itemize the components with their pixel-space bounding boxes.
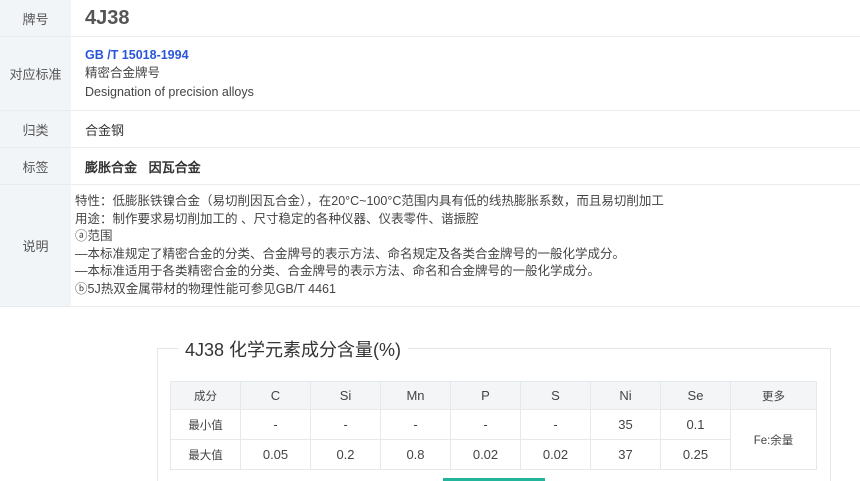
header-element: C	[240, 381, 311, 410]
description-line: 用途：制作要求易切削加工的 、尺寸稳定的各种仪器、仪表零件、谐振腔	[75, 211, 479, 226]
header-element: Ni	[590, 381, 661, 410]
header-more: 更多	[730, 381, 817, 410]
table-row: 最大值 0.05 0.2 0.8 0.02 0.02 37 0.25	[170, 439, 817, 470]
tags-row: 标签 膨胀合金 因瓦合金	[0, 148, 860, 185]
tag-item[interactable]: 膨胀合金	[85, 160, 137, 175]
grade-value: 4J38	[85, 6, 130, 29]
cell-value: 0.2	[310, 439, 381, 470]
composition-title: 4J38 化学元素成分含量(%)	[178, 336, 409, 362]
cell-value: 0.02	[520, 439, 591, 470]
tag-item[interactable]: 因瓦合金	[149, 160, 201, 175]
grade-label: 牌号	[0, 0, 71, 36]
composition-table: 成分 C Si Mn P S Ni Se 更多 最小值 - - - - - 35…	[170, 381, 817, 470]
standard-title-en: Designation of precision alloys	[85, 84, 254, 99]
description-label: 说明	[0, 185, 71, 306]
grade-row: 牌号 4J38	[0, 0, 860, 37]
description-line: ⓐ范围	[75, 229, 113, 243]
description-line: ⓑ5J热双金属带材的物理性能可参见GB/T 4461	[75, 281, 336, 296]
header-element: Mn	[380, 381, 451, 410]
standard-row: 对应标准 GB /T 15018-1994 精密合金牌号 Designation…	[0, 37, 860, 111]
standard-link[interactable]: GB /T 15018-1994	[85, 46, 860, 64]
cell-value: 0.25	[660, 439, 731, 470]
description-line: —本标准规定了精密合金的分类、合金牌号的表示方法、命名规定及各类合金牌号的一般化…	[75, 246, 626, 261]
cell-value: 0.8	[380, 439, 451, 470]
description-text: 特性：低膨胀铁镍合金（易切削因瓦合金），在20°C~100°C范围内具有低的线热…	[71, 185, 860, 306]
row-label-min: 最小值	[170, 409, 241, 440]
cell-value: -	[520, 409, 591, 440]
cell-value: 35	[590, 409, 661, 440]
category-value: 合金钢	[85, 122, 125, 138]
row-label-max: 最大值	[170, 439, 241, 470]
description-line: —本标准适用于各类精密合金的分类、合金牌号的表示方法、命名和合金牌号的一般化学成…	[75, 264, 601, 278]
header-element: Se	[660, 381, 731, 410]
more-value: Fe:余量	[730, 409, 817, 470]
header-element: Si	[310, 381, 381, 410]
standard-title-cn: 精密合金牌号	[85, 65, 161, 80]
description-line: 特性：低膨胀铁镍合金（易切削因瓦合金），在20°C~100°C范围内具有低的线热…	[75, 194, 664, 208]
table-row: 最小值 - - - - - 35 0.1 Fe:余量	[170, 409, 817, 470]
category-label: 归类	[0, 111, 71, 147]
tag-list: 膨胀合金 因瓦合金	[85, 157, 860, 176]
cell-value: 0.05	[240, 439, 311, 470]
material-info-table: 牌号 4J38 对应标准 GB /T 15018-1994 精密合金牌号 Des…	[0, 0, 860, 307]
header-element: S	[520, 381, 591, 410]
description-row: 说明 特性：低膨胀铁镍合金（易切削因瓦合金），在20°C~100°C范围内具有低…	[0, 185, 860, 307]
tags-label: 标签	[0, 148, 71, 184]
cell-value: -	[240, 409, 311, 440]
header-element: P	[450, 381, 521, 410]
category-row: 归类 合金钢	[0, 111, 860, 148]
composition-header-row: 成分 C Si Mn P S Ni Se 更多	[170, 381, 817, 410]
cell-value: 0.1	[660, 409, 731, 440]
cell-value: 0.02	[450, 439, 521, 470]
cell-value: -	[380, 409, 451, 440]
standard-label: 对应标准	[0, 37, 71, 110]
cell-value: -	[310, 409, 381, 440]
cell-value: -	[450, 409, 521, 440]
header-component: 成分	[170, 381, 241, 410]
cell-value: 37	[590, 439, 661, 470]
